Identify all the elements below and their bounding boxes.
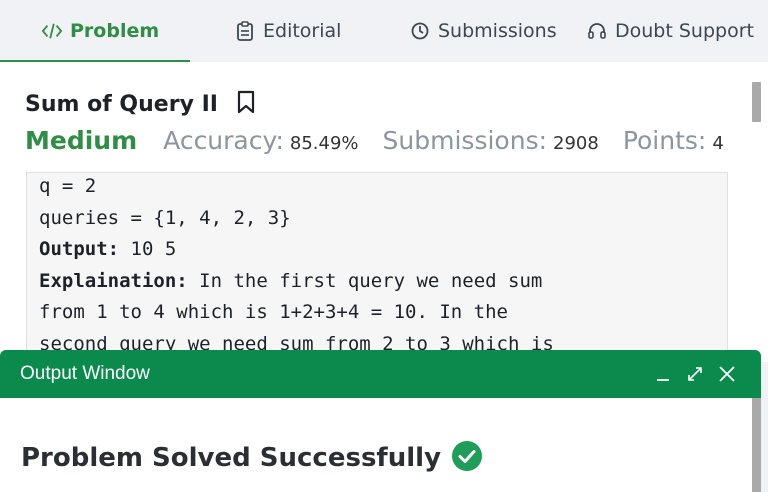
example-line: q = 2: [39, 175, 97, 197]
check-circle-icon: [451, 440, 483, 476]
problem-scrollbar-thumb[interactable]: [752, 82, 761, 122]
bookmark-icon[interactable]: [236, 90, 256, 118]
problem-title: Sum of Query II: [25, 91, 218, 117]
clipboard-icon: [235, 21, 255, 41]
points-value: 4: [712, 133, 724, 154]
submissions-value: 2908: [553, 133, 599, 154]
problem-meta: Medium Accuracy: 85.49% Submissions: 290…: [25, 126, 748, 155]
close-icon[interactable]: [712, 350, 742, 398]
output-window-header: Output Window: [0, 350, 761, 398]
example-output: Output: 10 5: [39, 234, 715, 266]
tab-doubt-support-label: Doubt Support: [615, 20, 754, 42]
tab-submissions[interactable]: Submissions: [410, 0, 557, 62]
points-label: Points:: [622, 126, 707, 155]
example-line: queries = {1, 4, 2, 3}: [39, 206, 291, 229]
tab-submissions-label: Submissions: [438, 20, 557, 42]
output-scrollbar[interactable]: [752, 398, 761, 492]
tab-bar: Problem Editorial Submissions Doubt Supp…: [0, 0, 768, 63]
example-explanation: Explaination: In the first query we need…: [39, 266, 715, 298]
code-icon: [42, 21, 62, 41]
accuracy-value: 85.49%: [289, 133, 359, 154]
practice-page: Problem Editorial Submissions Doubt Supp…: [0, 0, 768, 492]
headset-icon: [587, 21, 607, 41]
explanation-line: from 1 to 4 which is 1+2+3+4 = 10. In th…: [39, 301, 508, 323]
explanation-text: In the first query we need sum: [187, 269, 543, 292]
output-window: Output Window Problem Solved Successfull…: [0, 350, 761, 492]
submissions-label: Submissions:: [382, 126, 548, 155]
output-value: 10 5: [119, 238, 177, 260]
clock-icon: [410, 21, 430, 41]
tab-problem[interactable]: Problem: [42, 0, 159, 62]
success-message: Problem Solved Successfully: [21, 440, 483, 476]
tab-editorial-label: Editorial: [263, 20, 342, 42]
output-label: Output:: [39, 238, 120, 260]
output-window-title: Output Window: [20, 363, 150, 384]
accuracy-label: Accuracy:: [163, 126, 284, 155]
output-window-body: Problem Solved Successfully: [0, 398, 761, 492]
tab-problem-label: Problem: [70, 20, 160, 42]
minimize-icon[interactable]: [648, 350, 678, 398]
tab-doubt-support[interactable]: Doubt Support: [587, 0, 754, 62]
tab-editorial[interactable]: Editorial: [235, 0, 341, 62]
problem-header: Sum of Query II: [25, 90, 256, 118]
difficulty-badge: Medium: [25, 126, 138, 155]
expand-icon[interactable]: [680, 350, 710, 398]
success-text: Problem Solved Successfully: [21, 443, 442, 473]
explanation-label: Explaination:: [39, 269, 188, 292]
